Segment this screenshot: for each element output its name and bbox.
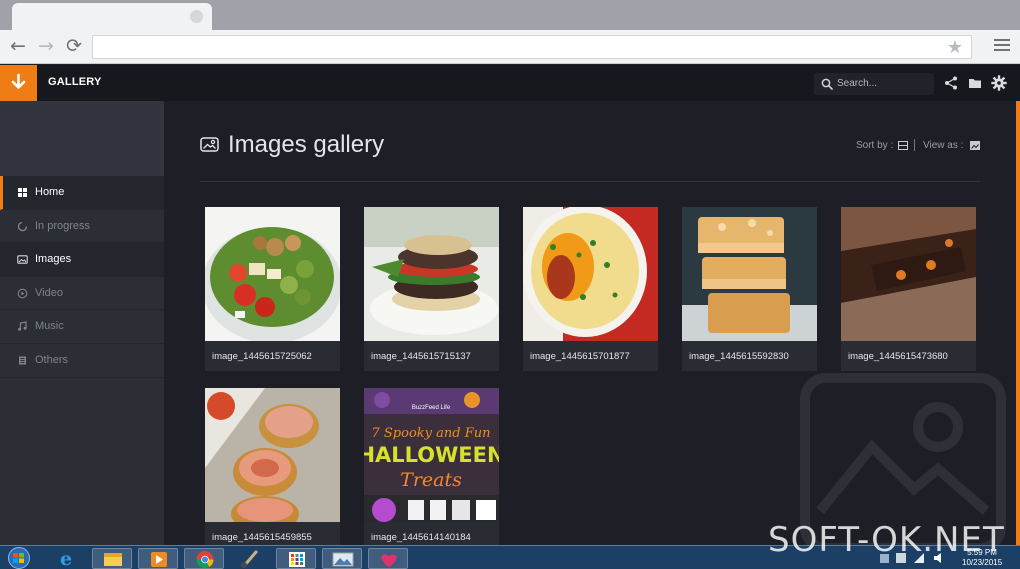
chrome-icon[interactable] [184, 548, 224, 569]
paint-brush-icon[interactable] [230, 548, 270, 569]
picture-viewer-icon[interactable] [322, 548, 362, 569]
image-card[interactable]: image_1445615473680 [841, 207, 976, 371]
back-arrow-icon[interactable]: ← [7, 35, 29, 57]
download-button[interactable] [0, 65, 37, 101]
internet-explorer-icon[interactable]: e [46, 548, 86, 569]
sidebar-item-others[interactable]: Others [0, 344, 164, 378]
file-explorer-icon[interactable] [92, 548, 132, 569]
share-icon[interactable] [943, 75, 959, 91]
toolbar-separator [914, 139, 915, 151]
image-card[interactable]: image_1445615592830 [682, 207, 817, 371]
sidebar-item-label: Others [35, 353, 69, 366]
page-title: Images gallery [228, 131, 385, 158]
sidebar-item-label: Home [35, 186, 65, 198]
poster-line-2: HALLOWEEN [364, 443, 499, 467]
image-card[interactable]: BuzzFeed Life 7 Spooky and Fun HALLOWEEN… [357, 388, 505, 545]
app-title: GALLERY [48, 76, 102, 88]
poster-brand: BuzzFeed Life [412, 405, 451, 411]
sidebar-item-home[interactable]: Home [0, 176, 164, 210]
site-watermark: SOFT-OK.NET [768, 520, 1005, 560]
burger-thumbnail [364, 207, 499, 341]
star-icon[interactable]: ★ [947, 37, 963, 58]
image-caption: image_1445615725062 [212, 351, 312, 362]
browser-toolbar: ← → ⟳ ★ [0, 30, 1020, 64]
forward-arrow-icon[interactable]: → [35, 35, 57, 57]
sidebar-item-label: Video [35, 286, 63, 299]
soup-thumbnail [523, 205, 658, 341]
browser-tab[interactable] [12, 3, 212, 30]
hamburger-menu-icon[interactable] [994, 39, 1010, 53]
thumbnail-icon [970, 141, 980, 150]
media-player-icon[interactable] [138, 548, 178, 569]
image-caption: image_1445615592830 [689, 351, 789, 362]
progress-icon [17, 221, 28, 231]
brownies-thumbnail [841, 207, 976, 341]
heart-app-icon[interactable] [368, 548, 408, 569]
browser-tab-strip [0, 0, 1020, 30]
grid-icon [18, 188, 27, 197]
view-label: View as : [923, 140, 964, 151]
list-icon [898, 141, 908, 150]
music-note-icon [18, 321, 27, 332]
sidebar-item-in-progress[interactable]: In progress [0, 210, 164, 244]
salad-thumbnail [202, 207, 342, 343]
image-caption: image_1445615459855 [212, 532, 312, 543]
sidebar-item-label: Music [35, 320, 64, 333]
app-grid-icon[interactable] [276, 548, 316, 569]
tab-close-icon[interactable] [190, 10, 203, 23]
search-input[interactable]: Search... [814, 73, 934, 95]
image-caption: image_1445615701877 [530, 351, 630, 362]
image-card[interactable]: image_1445615725062 [202, 207, 342, 371]
main-content: Images gallery Sort by : View as : image… [164, 101, 1017, 545]
poster-line-1: 7 Spooky and Fun [372, 426, 491, 441]
sort-label: Sort by : [856, 140, 894, 151]
scrollbar[interactable] [1016, 101, 1020, 545]
play-icon [17, 288, 28, 299]
image-card[interactable]: image_1445615701877 [523, 205, 658, 371]
images-gallery-icon [200, 137, 219, 152]
reload-icon[interactable]: ⟳ [63, 35, 85, 57]
sidebar-item-video[interactable]: Video [0, 277, 164, 311]
crumble-bars-thumbnail [682, 207, 817, 341]
image-caption: image_1445615473680 [848, 351, 948, 362]
sidebar-header [0, 101, 164, 176]
folder-icon[interactable] [967, 75, 983, 91]
sidebar-item-images[interactable]: Images [0, 243, 164, 277]
sidebar: Home In progress Images Video Music Othe… [0, 101, 164, 545]
download-arrow-icon [11, 73, 26, 89]
gear-icon[interactable] [991, 75, 1007, 91]
start-orb-icon[interactable] [4, 547, 34, 569]
search-icon [821, 78, 833, 90]
search-placeholder: Search... [837, 78, 878, 89]
apple-tarts-thumbnail [205, 388, 340, 532]
sidebar-item-label: In progress [35, 219, 91, 232]
image-icon [17, 255, 28, 264]
title-divider [200, 181, 980, 182]
stack-icon [19, 356, 26, 365]
image-caption: image_1445614140184 [371, 532, 471, 543]
poster-line-3: Treats [400, 469, 462, 491]
image-caption: image_1445615715137 [371, 351, 471, 362]
image-card[interactable]: image_1445615459855 [205, 388, 340, 545]
app-header: GALLERY Search... [0, 65, 1020, 101]
image-card[interactable]: image_1445615715137 [364, 207, 499, 371]
address-bar[interactable]: ★ [92, 35, 972, 59]
halloween-poster-thumbnail: BuzzFeed Life 7 Spooky and Fun HALLOWEEN… [357, 388, 505, 522]
sidebar-item-label: Images [35, 253, 72, 266]
sidebar-item-music[interactable]: Music [0, 310, 164, 344]
svg-text:e: e [60, 548, 72, 569]
